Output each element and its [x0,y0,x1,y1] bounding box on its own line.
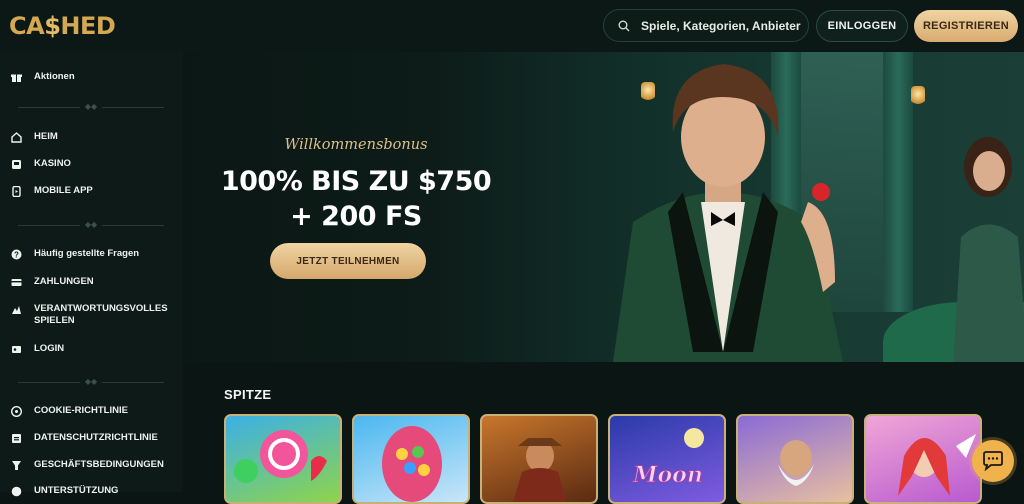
game-tile-wild-west[interactable] [480,414,598,504]
sidebar-item-heim[interactable]: HEIM [10,131,58,143]
hero-curtain-right [883,52,913,312]
sidebar-item-zahlungen[interactable]: ZAHLUNGEN [10,276,94,288]
search-placeholder: Spiele, Kategorien, Anbieter [641,18,801,33]
privacy-icon [10,432,22,444]
svg-text:Moon: Moon [632,462,703,488]
mobile-icon [10,185,22,197]
support-icon [10,485,22,497]
sidebar: Aktionen ◆◆ HEIM KASINO MOBILE APP ◆◆ ? … [0,52,183,496]
sidebar-item-label: COOKIE-RICHTLINIE [34,405,128,416]
search-input[interactable]: Spiele, Kategorien, Anbieter [603,9,809,42]
search-icon [618,20,630,31]
sidebar-item-login[interactable]: LOGIN [10,343,64,355]
top-bar: CA$HED Spiele, Kategorien, Anbieter EINL… [0,0,1024,52]
login-icon [10,343,22,355]
join-now-button[interactable]: JETZT TEILNEHMEN [270,243,426,279]
chat-button[interactable] [972,440,1014,482]
responsible-icon [10,303,22,315]
section-title: SPITZE [224,387,272,402]
slots-icon [10,158,22,170]
sidebar-item-label: Häufig gestellte Fragen [34,248,140,259]
princess-art [898,434,976,496]
sidebar-item-verantwortungsvolles-spielen[interactable]: VERANTWORTUNGSVOLLES SPIELEN [10,303,168,327]
sidebar-item-label: GESCHÄFTSBEDINGUNGEN [34,459,164,470]
faq-icon: ? [10,248,22,260]
bonus-subtitle: Willkommensbonus [284,137,428,153]
sidebar-item-mobile-app[interactable]: MOBILE APP [10,185,93,197]
game-tile-candy[interactable] [224,414,342,504]
zeus-art [778,438,814,486]
login-button[interactable]: EINLOGGEN [816,10,908,42]
sidebar-item-cookie[interactable]: COOKIE-RICHTLINIE [10,405,128,417]
divider: ◆◆ [18,220,164,230]
game-tile-easter-egg[interactable] [352,414,470,504]
bonus-title: 100% BIS ZU $750 + 200 FS [220,166,492,232]
lollipop-art [234,430,327,483]
game-tile-starlight[interactable] [864,414,982,504]
home-icon [10,131,22,143]
register-button[interactable]: REGISTRIEREN [914,10,1018,42]
cookie-icon [10,405,22,417]
gift-icon [10,71,22,83]
sidebar-item-label: HEIM [34,131,58,142]
hero-banner: Willkommensbonus 100% BIS ZU $750 + 200 F… [183,52,1024,362]
terms-icon [10,459,22,471]
sidebar-item-label: UNTERSTÜTZUNG [34,485,119,496]
sidebar-item-label: DATENSCHUTZRICHTLINIE [34,432,158,443]
game-tile-moon-princess[interactable]: Moon [608,414,726,504]
sidebar-item-label: VERANTWORTUNGSVOLLES SPIELEN [34,303,168,326]
wall-lamp [911,86,925,106]
sidebar-item-label: MOBILE APP [34,185,93,196]
sidebar-item-geschaeftsbedingungen[interactable]: GESCHÄFTSBEDINGUNGEN [10,459,164,471]
hero-character-woman [953,137,1024,362]
divider: ◆◆ [18,377,164,387]
sidebar-item-label: ZAHLUNGEN [34,276,94,287]
sidebar-item-faq[interactable]: ? Häufig gestellte Fragen [10,248,139,260]
chat-bubble-icon [983,451,1003,471]
sidebar-item-kasino[interactable]: KASINO [10,158,71,170]
game-tile-olympus[interactable] [736,414,854,504]
sidebar-item-label: LOGIN [34,343,65,354]
sidebar-item-datenschutz[interactable]: DATENSCHUTZRICHTLINIE [10,432,158,444]
cowboy-art [513,438,567,502]
logo[interactable]: CA$HED [9,12,116,40]
moon-princess-art: Moon [632,428,704,489]
divider: ◆◆ [18,102,164,112]
hero-character-man [613,64,843,362]
card-icon [10,276,22,288]
sidebar-item-label: Aktionen [34,71,75,82]
sidebar-item-label: KASINO [34,158,71,169]
egg-art [382,426,442,502]
sidebar-item-unterstuetzung[interactable]: UNTERSTÜTZUNG [10,485,118,497]
svg-text:?: ? [14,250,19,259]
sidebar-item-aktionen[interactable]: Aktionen [10,71,75,83]
